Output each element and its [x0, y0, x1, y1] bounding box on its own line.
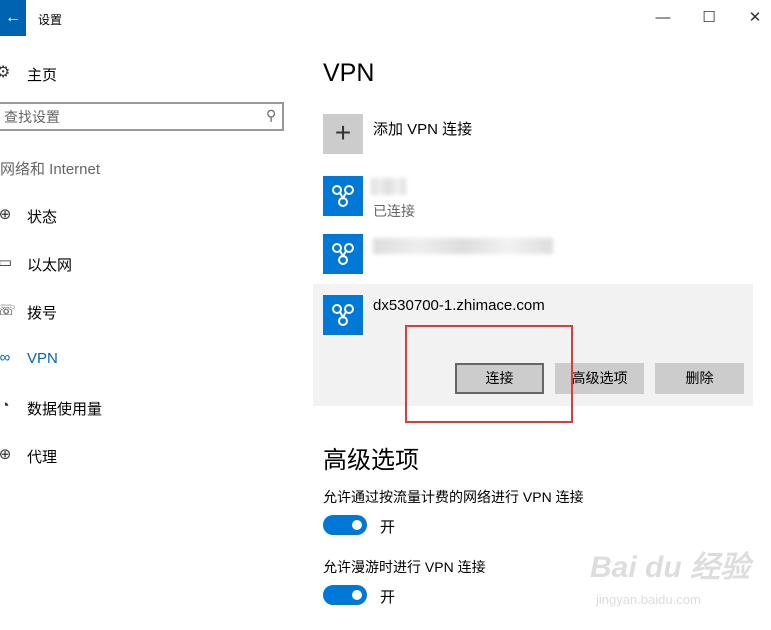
back-button[interactable]: ←	[0, 0, 26, 36]
globe-icon: ⊕	[0, 446, 12, 463]
monitor-icon: ▭	[0, 254, 13, 271]
close-button[interactable]: ✕	[732, 0, 771, 36]
sidebar-item-label: 拨号	[27, 305, 58, 322]
search-input[interactable]	[4, 107, 254, 126]
sidebar: ⚙ 主页 ⚲ 网络和 Internet ⊕ 状态 ▭ 以太网 ☏ 拨号 ∞ VP…	[0, 36, 300, 630]
roaming-toggle-state: 开	[380, 589, 396, 606]
sidebar-item-label: VPN	[27, 350, 58, 367]
phone-icon: ☏	[0, 302, 16, 319]
delete-button[interactable]: 删除	[655, 363, 744, 394]
blurred-name	[373, 238, 553, 254]
blurred-name	[371, 178, 406, 195]
page-title: VPN	[323, 59, 375, 87]
sidebar-item-label: 代理	[27, 449, 58, 466]
arrow-left-icon: ←	[5, 9, 21, 26]
vpn-connection-status: 已连接	[373, 203, 415, 219]
gear-icon: ⚙	[0, 64, 11, 81]
toggle-knob	[352, 590, 362, 600]
plus-icon: +	[323, 114, 363, 154]
metered-option-label: 允许通过按流量计费的网络进行 VPN 连接	[323, 489, 584, 505]
vpn-connection-icon	[323, 295, 363, 335]
advanced-options-title: 高级选项	[323, 447, 419, 474]
roaming-toggle[interactable]	[323, 585, 367, 605]
sidebar-item-proxy[interactable]: ⊕ 代理	[0, 443, 290, 467]
title-bar: ← 设置 — ☐ ✕	[0, 0, 771, 36]
sidebar-item-dialup[interactable]: ☏ 拨号	[0, 299, 290, 323]
sidebar-item-vpn[interactable]: ∞ VPN	[0, 347, 290, 371]
sidebar-item-data-usage[interactable]: ◔ 数据使用量	[0, 395, 290, 419]
main-content: VPN + 添加 VPN 连接 已连接 dx530700-1.zhimace.c…	[300, 36, 771, 630]
add-vpn-label: 添加 VPN 连接	[373, 121, 473, 138]
annotation-highlight-box	[405, 325, 573, 423]
vpn-icon: ∞	[0, 349, 11, 366]
vpn-connection-item[interactable]	[323, 234, 743, 276]
search-box: ⚲	[0, 102, 284, 131]
sidebar-item-label: 数据使用量	[27, 401, 103, 418]
minimize-button[interactable]: —	[640, 0, 686, 36]
maximize-button[interactable]: ☐	[686, 0, 732, 36]
sidebar-home-label: 主页	[27, 67, 58, 84]
vpn-connection-icon	[323, 234, 363, 274]
add-vpn-button[interactable]: + 添加 VPN 连接	[323, 114, 743, 156]
roaming-option-label: 允许漫游时进行 VPN 连接	[323, 559, 486, 575]
sidebar-item-status[interactable]: ⊕ 状态	[0, 203, 290, 227]
vpn-connection-item[interactable]: 已连接	[323, 176, 743, 219]
data-usage-icon: ◔	[0, 397, 10, 414]
sidebar-item-ethernet[interactable]: ▭ 以太网	[0, 251, 290, 275]
vpn-connection-icon	[323, 176, 363, 216]
search-icon[interactable]: ⚲	[266, 107, 276, 124]
sidebar-item-label: 以太网	[27, 257, 73, 274]
toggle-knob	[352, 520, 362, 530]
metered-toggle[interactable]	[323, 515, 367, 535]
window-title: 设置	[38, 13, 63, 27]
section-title: 网络和 Internet	[0, 161, 101, 178]
globe-icon: ⊕	[0, 206, 12, 223]
metered-toggle-state: 开	[380, 519, 396, 536]
vpn-connection-name: dx530700-1.zhimace.com	[373, 297, 545, 314]
sidebar-item-label: 状态	[27, 209, 58, 226]
